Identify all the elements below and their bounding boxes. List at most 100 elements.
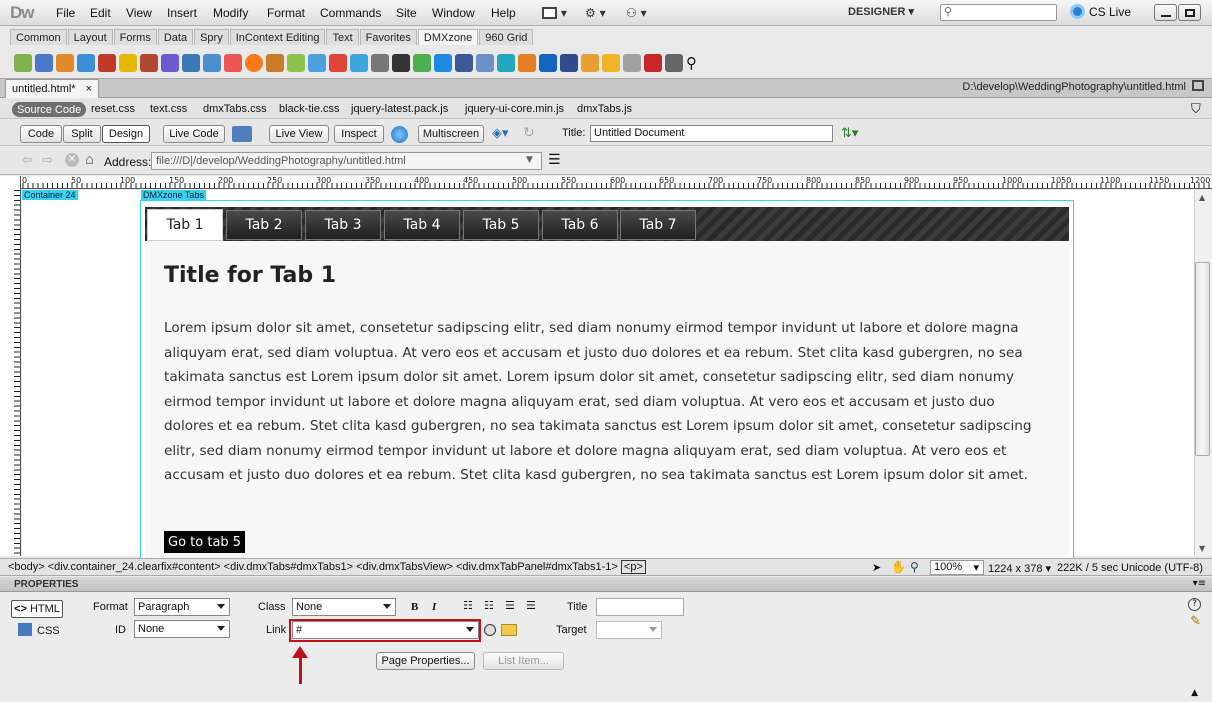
browser-preview-icon[interactable] (391, 126, 408, 143)
properties-header[interactable] (0, 577, 1212, 592)
stop-icon[interactable]: ✕ (65, 153, 79, 167)
minimize-button[interactable] (1154, 4, 1177, 21)
container-label[interactable]: Container 24 (22, 190, 78, 200)
menu-modify[interactable]: Modify (213, 6, 248, 20)
related-file[interactable]: reset.css (91, 103, 135, 115)
page-properties-button[interactable]: Page Properties... (376, 652, 475, 670)
address-dropdown-icon[interactable]: ▼ (526, 155, 533, 165)
slideshow-icon[interactable] (497, 54, 515, 72)
point-to-file-icon[interactable] (484, 624, 496, 636)
related-file[interactable]: dmxTabs.css (203, 103, 267, 115)
inspect-button[interactable]: Inspect (334, 125, 384, 143)
insert-box-icon[interactable] (140, 54, 158, 72)
video-icon[interactable] (392, 54, 410, 72)
browse-folder-icon[interactable] (501, 624, 517, 636)
address-input[interactable]: file:///D|/develop/WeddingPhotography/un… (151, 152, 542, 170)
tab-favorites[interactable]: Favorites (359, 29, 417, 45)
id-select[interactable]: None (134, 620, 230, 638)
zoom-select[interactable]: 100% ▾ (930, 560, 984, 575)
list-item-button[interactable]: List Item... (483, 652, 564, 670)
ordered-list-icon[interactable]: ☷ (484, 599, 494, 612)
accordion-icon[interactable] (602, 54, 620, 72)
tag-path[interactable]: <body> <div.container_24.clearfix#conten… (8, 561, 618, 573)
hand-icon[interactable]: ✋ (891, 560, 906, 574)
magnifier-icon[interactable]: ⚲ (686, 54, 697, 72)
menu-view[interactable]: View (126, 6, 152, 20)
related-file[interactable]: text.css (150, 103, 187, 115)
transition-icon[interactable] (518, 54, 536, 72)
related-file[interactable]: dmxTabs.js (577, 103, 632, 115)
stack-icon[interactable] (665, 54, 683, 72)
insert-media-icon[interactable] (98, 54, 116, 72)
tab-spry[interactable]: Spry (194, 29, 229, 45)
html-mode-button[interactable]: <> HTML (11, 600, 63, 618)
tab-7[interactable]: Tab 7 (620, 210, 696, 240)
scrollbar-thumb[interactable] (1195, 262, 1210, 456)
insert-rss-icon[interactable] (245, 54, 263, 72)
quick-tag-editor-icon[interactable]: ✎ (1190, 614, 1201, 629)
css-mode-button[interactable]: CSS (37, 625, 60, 637)
panel-menu-icon[interactable]: ▾≡ (1193, 578, 1206, 589)
refresh-icon[interactable]: ↻ (523, 125, 535, 141)
panel-title[interactable]: Title for Tab 1 (164, 263, 336, 288)
design-view-button[interactable]: Design (102, 125, 150, 143)
tab-common[interactable]: Common (10, 29, 67, 45)
tab-4[interactable]: Tab 4 (384, 210, 460, 240)
tab-data[interactable]: Data (157, 29, 194, 45)
window-size[interactable]: 1224 x 378 ▾ (988, 562, 1051, 575)
current-tag[interactable]: <p> (620, 560, 646, 574)
indent-icon[interactable]: ☰ (526, 599, 536, 612)
multiscreen-button[interactable]: Multiscreen (418, 125, 484, 143)
menu-format[interactable]: Format (267, 6, 305, 20)
menu-window[interactable]: Window (432, 6, 475, 20)
tab-6[interactable]: Tab 6 (542, 210, 618, 240)
tab-960-grid[interactable]: 960 Grid (479, 29, 534, 45)
insert-form-icon[interactable] (35, 54, 53, 72)
file-management-icon[interactable]: ⇅▾ (841, 126, 858, 141)
close-icon[interactable]: × (86, 83, 92, 95)
twitter-icon[interactable] (350, 54, 368, 72)
template-icon[interactable] (623, 54, 641, 72)
menu-commands[interactable]: Commands (320, 6, 381, 20)
tab-forms[interactable]: Forms (113, 29, 157, 45)
italic-button[interactable]: I (432, 601, 436, 613)
list-icon[interactable] (476, 54, 494, 72)
scroll-down-icon[interactable]: ▼ (1199, 544, 1205, 553)
window-icon[interactable] (539, 54, 557, 72)
validate-icon[interactable] (232, 126, 252, 142)
related-file[interactable]: black-tie.css (279, 103, 340, 115)
menu-help[interactable]: Help (491, 6, 516, 20)
pointer-icon[interactable]: ➤ (872, 561, 881, 574)
panel-text[interactable]: Lorem ipsum dolor sit amet, consetetur s… (164, 316, 1046, 488)
insert-youtube-icon[interactable] (329, 54, 347, 72)
tab-text[interactable]: Text (326, 29, 359, 45)
tab-incontext-editing[interactable]: InContext Editing (229, 29, 326, 45)
related-file[interactable]: jquery-latest.pack.js (351, 103, 448, 115)
cs-live-button[interactable]: CS Live (1070, 4, 1131, 19)
tab-3[interactable]: Tab 3 (305, 210, 381, 240)
tag-selector[interactable]: <body> <div.container_24.clearfix#conten… (8, 560, 646, 574)
source-code-button[interactable]: Source Code (12, 102, 87, 117)
menu-file[interactable]: File (56, 6, 75, 20)
bold-button[interactable]: B (411, 601, 418, 613)
tab-layout[interactable]: Layout (67, 29, 113, 45)
tab-5[interactable]: Tab 5 (463, 210, 539, 240)
insert-panel-icon[interactable] (203, 54, 221, 72)
layout-icon[interactable]: ▾ (542, 5, 567, 21)
format-select[interactable]: Paragraph (134, 598, 230, 616)
site-icon[interactable]: ⚇ ▾ (626, 5, 647, 21)
insert-bookmark-icon[interactable] (287, 54, 305, 72)
help-search-input[interactable]: ⚲ (940, 4, 1057, 21)
tabs-icon[interactable] (581, 54, 599, 72)
insert-image-icon[interactable] (119, 54, 137, 72)
insert-map-icon[interactable] (308, 54, 326, 72)
unordered-list-icon[interactable]: ☷ (463, 599, 473, 612)
insert-gallery-icon[interactable] (56, 54, 74, 72)
restore-doc-icon[interactable] (1192, 80, 1204, 91)
zoom-icon[interactable]: ⚲ (910, 560, 919, 574)
document-tab[interactable]: untitled.html* × (5, 79, 100, 98)
menu-edit[interactable]: Edit (90, 6, 111, 20)
fullscreen-icon[interactable] (434, 54, 452, 72)
visual-aids-icon[interactable]: ◈▾ (492, 126, 509, 141)
insert-flash-icon[interactable] (161, 54, 179, 72)
